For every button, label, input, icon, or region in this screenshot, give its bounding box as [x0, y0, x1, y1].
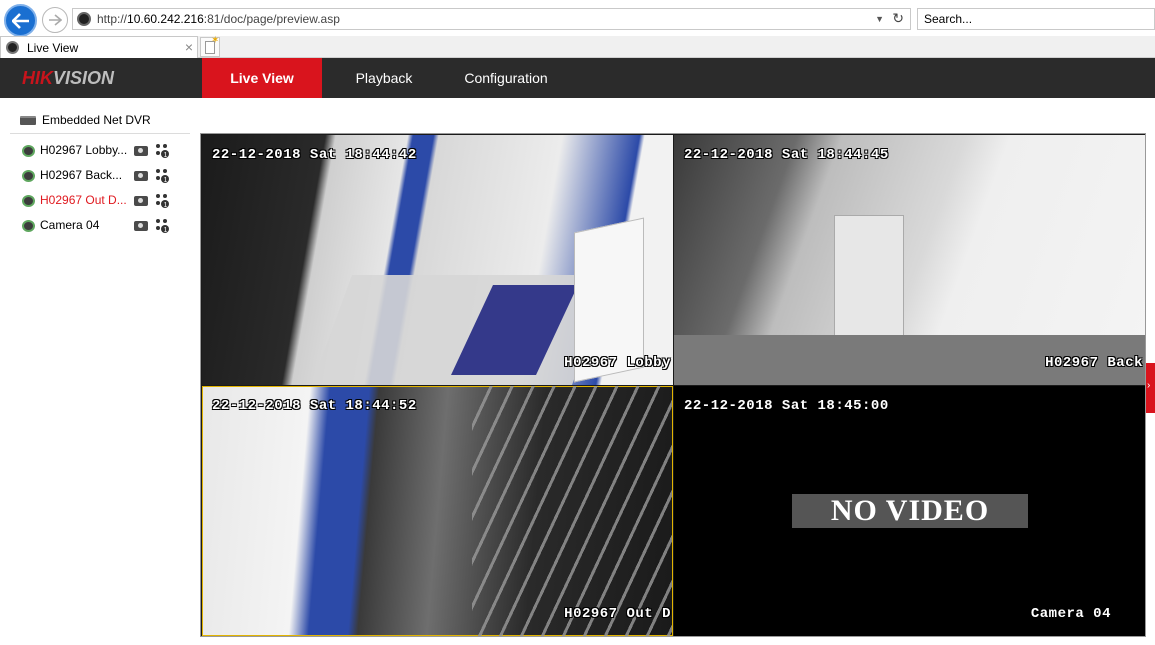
osd-channel-name: H02967 Lobby	[564, 355, 671, 371]
tab-live-view[interactable]: Live View ×	[0, 36, 198, 58]
forward-button[interactable]	[42, 7, 68, 33]
tab-close-icon[interactable]: ×	[185, 39, 193, 55]
address-bar[interactable]: http://10.60.242.216:81/doc/page/preview…	[72, 8, 911, 30]
url-rest: :81/doc/page/preview.asp	[203, 12, 340, 26]
browser-toolbar: http://10.60.242.216:81/doc/page/preview…	[0, 0, 1155, 37]
record-icon[interactable]	[134, 171, 148, 181]
video-grid: 22-12-2018 Sat 18:44:42 H02967 Lobby 22-…	[200, 133, 1146, 637]
hikvision-logo: HIKVISION	[22, 68, 115, 88]
no-video-label: NO VIDEO	[792, 494, 1028, 528]
tab-playback[interactable]: Playback	[336, 58, 432, 98]
svg-text:1: 1	[164, 202, 168, 209]
camera-icon	[22, 195, 35, 207]
camera-label: Camera 04	[40, 218, 100, 232]
svg-text:1: 1	[164, 227, 168, 234]
osd-timestamp: 22-12-2018 Sat 18:44:42	[212, 147, 417, 163]
camera-item-2[interactable]: H02967 Back... 1	[20, 166, 190, 186]
tab-favicon-icon	[6, 41, 19, 54]
video-pane-4[interactable]: 22-12-2018 Sat 18:45:00 NO VIDEO Camera …	[674, 386, 1145, 636]
search-box[interactable]	[917, 8, 1155, 30]
osd-timestamp: 22-12-2018 Sat 18:44:52	[212, 398, 417, 414]
video-pane-1[interactable]: 22-12-2018 Sat 18:44:42 H02967 Lobby	[202, 135, 673, 385]
tab-strip: Live View × ✶	[0, 35, 1155, 58]
url-dropdown-icon[interactable]: ▼	[875, 14, 884, 24]
camera-icon	[22, 145, 35, 157]
back-arrow-icon	[11, 12, 29, 29]
camera-icon	[22, 170, 35, 182]
record-icon[interactable]	[134, 146, 148, 156]
camera-label: H02967 Out D...	[40, 193, 127, 207]
osd-channel-name: H02967 Back	[1045, 355, 1143, 371]
tab-configuration[interactable]: Configuration	[448, 58, 564, 98]
scene-railing	[472, 386, 672, 636]
url-prefix: http://	[97, 12, 128, 26]
back-button[interactable]	[4, 4, 37, 37]
url-host: 10.60.242.216	[127, 12, 204, 26]
panel-toggle-button[interactable]: ›	[1146, 363, 1155, 413]
channel-sidebar: Embedded Net DVR H02967 Lobby... 1 H0296…	[0, 98, 200, 645]
chevron-right-icon: ›	[1147, 380, 1151, 391]
osd-timestamp: 22-12-2018 Sat 18:45:00	[684, 398, 889, 414]
ptz-control-icon[interactable]: 1	[154, 168, 170, 184]
dvr-icon	[20, 116, 36, 125]
refresh-icon[interactable]: ↻	[892, 10, 904, 27]
app-header: HIKVISION Live View Playback Configurati…	[0, 58, 1155, 98]
osd-timestamp: 22-12-2018 Sat 18:44:45	[684, 147, 889, 163]
device-label: Embedded Net DVR	[42, 113, 151, 127]
ptz-control-icon[interactable]: 1	[154, 218, 170, 234]
video-pane-3[interactable]: 22-12-2018 Sat 18:44:52 H02967 Out D	[202, 386, 673, 636]
svg-text:1: 1	[164, 152, 168, 159]
star-icon: ✶	[211, 35, 220, 46]
svg-text:1: 1	[164, 177, 168, 184]
record-icon[interactable]	[134, 196, 148, 206]
tab-title: Live View	[27, 41, 79, 55]
camera-item-3[interactable]: H02967 Out D... 1	[20, 191, 190, 211]
device-node[interactable]: Embedded Net DVR	[10, 110, 190, 134]
video-pane-2[interactable]: 22-12-2018 Sat 18:44:45 H02967 Back	[674, 135, 1145, 385]
camera-icon	[22, 220, 35, 232]
new-tab-button[interactable]: ✶	[200, 35, 220, 57]
camera-item-4[interactable]: Camera 04 1	[20, 216, 190, 236]
search-input[interactable]	[924, 10, 1144, 28]
site-favicon-icon	[77, 12, 91, 26]
ptz-control-icon[interactable]: 1	[154, 193, 170, 209]
ptz-control-icon[interactable]: 1	[154, 143, 170, 159]
camera-label: H02967 Back...	[40, 168, 123, 182]
camera-item-1[interactable]: H02967 Lobby... 1	[20, 141, 190, 161]
osd-channel-name: Camera 04	[1030, 606, 1111, 622]
forward-arrow-icon	[49, 14, 62, 26]
record-icon[interactable]	[134, 221, 148, 231]
url-text[interactable]: http://10.60.242.216:81/doc/page/preview…	[97, 12, 340, 26]
camera-label: H02967 Lobby...	[40, 143, 128, 157]
osd-channel-name: H02967 Out D	[564, 606, 671, 622]
tab-live-view[interactable]: Live View	[202, 58, 322, 98]
